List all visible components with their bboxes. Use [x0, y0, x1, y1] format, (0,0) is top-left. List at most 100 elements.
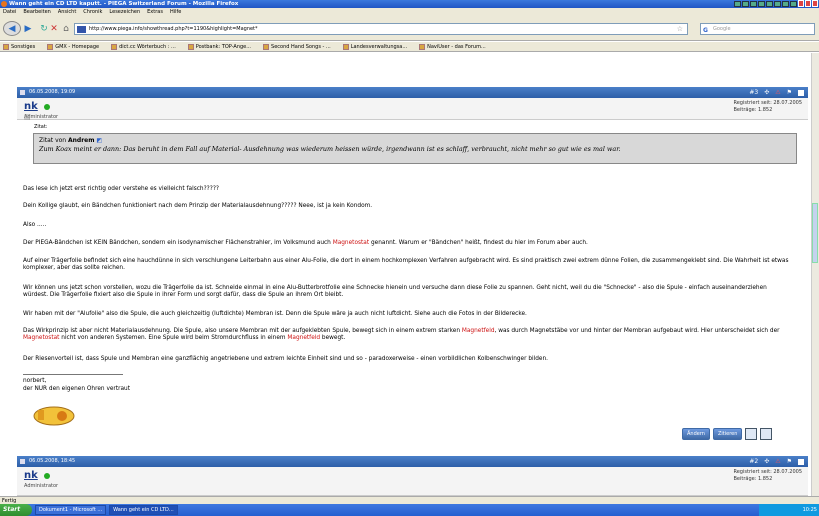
post-paragraph: Der Riesenvorteil ist, dass Spule und Me…: [23, 356, 549, 362]
online-status-icon: [44, 473, 50, 479]
clock: 10:25: [802, 507, 817, 513]
user-info: nk Administrator Registriert seit: 28.07…: [17, 98, 808, 120]
highlight-keyword: Magnetostat: [23, 335, 60, 342]
user-role: Administrator: [24, 483, 59, 489]
report-icon[interactable]: ⚠: [775, 456, 780, 467]
share-icon[interactable]: ✣: [764, 456, 769, 467]
highlight-keyword: Magnetfeld: [461, 328, 495, 334]
post-icon: [20, 90, 25, 95]
quote-author: Andrem: [68, 137, 95, 144]
post-paragraph: Also .....: [23, 222, 47, 228]
highlight-keyword: Magnetfeld: [287, 335, 321, 342]
quote-text: Zum Koax meint er dann: Das beruht in de…: [39, 145, 621, 153]
multiquote-icon[interactable]: [745, 428, 758, 440]
bookmark-item[interactable]: Sonstiges: [3, 42, 35, 51]
bookmark-item[interactable]: GMX - Homepage: [47, 42, 99, 51]
username-link[interactable]: nk: [24, 470, 38, 481]
post-number[interactable]: #3: [749, 87, 758, 98]
post-paragraph: Das Wirkprinzip ist aber nicht Materiala…: [23, 328, 780, 342]
search-input[interactable]: G Google: [700, 23, 815, 35]
post-count: Beiträge: 1.852: [733, 107, 773, 113]
maximize-button[interactable]: [805, 0, 811, 7]
window-title: Wann geht ein CD LTD kaputt. - PIEGA Swi…: [9, 1, 239, 7]
bookmark-star-icon[interactable]: ☆: [677, 24, 683, 35]
url-text: http://www.piega.info/showthread.php?t=1…: [89, 26, 258, 32]
flag-icon[interactable]: ⚑: [787, 456, 792, 467]
menu-bearbeiten[interactable]: Bearbeiten: [23, 8, 50, 17]
window-titlebar: Wann geht ein CD LTD kaputt. - PIEGA Swi…: [0, 0, 819, 8]
quick-reply-icon[interactable]: [760, 428, 773, 440]
taskbar-item[interactable]: Dokument1 - Microsoft ...: [35, 505, 107, 515]
flag-icon[interactable]: ⚑: [787, 87, 792, 98]
select-checkbox[interactable]: [798, 89, 804, 96]
registered-since: Registriert seit: 28.07.2005: [733, 469, 802, 475]
registered-since: Registriert seit: 28.07.2005: [733, 100, 802, 106]
menu-ansicht[interactable]: Ansicht: [58, 8, 76, 17]
start-button[interactable]: Start: [0, 504, 32, 516]
menu-extras[interactable]: Extras: [147, 8, 163, 17]
search-placeholder: Google: [713, 26, 731, 32]
window-controls[interactable]: [798, 0, 818, 7]
home-button[interactable]: ⌂: [60, 21, 72, 36]
bookmark-item[interactable]: Second Hand Songs - ...: [263, 42, 331, 51]
message-icon: ▤: [24, 113, 31, 121]
taskbar: Start Dokument1 - Microsoft ... Wann geh…: [0, 504, 819, 516]
signature-image: [33, 406, 75, 426]
quote-button[interactable]: Zitieren: [712, 428, 743, 440]
menu-bar: Datei Bearbeiten Ansicht Chronik Lesezei…: [0, 8, 819, 17]
report-icon[interactable]: ⚠: [775, 87, 780, 98]
menu-datei[interactable]: Datei: [3, 8, 16, 17]
post-paragraph: Das lese ich jetzt erst richtig oder ver…: [23, 186, 219, 192]
stop-button[interactable]: ✕: [48, 21, 60, 36]
url-bar[interactable]: http://www.piega.info/showthread.php?t=1…: [74, 23, 688, 35]
post-number[interactable]: #2: [749, 456, 758, 467]
post-paragraph: Dein Kollige glaubt, ein Bändchen funkti…: [23, 203, 373, 209]
taskbar-item[interactable]: Wann geht ein CD LTD...: [109, 505, 178, 515]
user-stats: Registriert seit: 28.07.2005 Beiträge: 1…: [733, 100, 802, 114]
post-paragraph: Wir haben mit der "Alufolie" also die Sp…: [23, 311, 527, 317]
bookmark-item[interactable]: Landesverwaltungsa...: [342, 42, 407, 51]
site-icon: [77, 26, 86, 33]
menu-lesezeichen[interactable]: Lesezeichen: [109, 8, 140, 17]
post-paragraph: Wir können uns jetzt schon vorstellen, w…: [23, 285, 767, 299]
quote-prefix: Zitat von: [39, 137, 67, 144]
post-header: 06.05.2008, 19:09 #3 ✣ ⚠ ⚑: [17, 87, 808, 98]
status-bar: Fertig: [0, 496, 819, 504]
username-link[interactable]: nk: [24, 101, 38, 112]
close-button[interactable]: [812, 0, 818, 7]
system-tray: 10:25: [759, 504, 819, 516]
menu-chronik[interactable]: Chronik: [83, 8, 102, 17]
online-status-icon: [44, 104, 50, 110]
menu-hilfe[interactable]: Hilfe: [170, 8, 181, 17]
post-icon: [20, 459, 25, 464]
signature-line: der NUR den eigenen Ohren vertraut: [23, 386, 130, 392]
signature-line: norbert,: [23, 378, 47, 384]
navigation-toolbar: ◀ ▶ ↻ ✕ ⌂ http://www.piega.info/showthre…: [0, 17, 819, 41]
post-header: 06.05.2008, 18:45 #2 ✣ ⚠ ⚑: [17, 456, 808, 467]
post-date: 06.05.2008, 19:09: [29, 89, 76, 95]
share-icon[interactable]: ✣: [764, 87, 769, 98]
back-button[interactable]: ◀: [3, 21, 21, 36]
select-checkbox[interactable]: [798, 458, 804, 465]
highlight-keyword: Magnetostat: [332, 240, 370, 246]
forward-button[interactable]: ▶: [22, 21, 34, 36]
quote-box: Zitat von Andrem ◩ Zum Koax meint er dan…: [33, 133, 797, 164]
post-count: Beiträge: 1.852: [733, 476, 773, 482]
signature-divider: [23, 374, 123, 375]
tray-icons: [734, 1, 797, 7]
user-info: nk Administrator Registriert seit: 28.07…: [17, 467, 808, 496]
scrollbar-thumb[interactable]: [812, 203, 818, 263]
quote-label: Zitat:: [34, 124, 48, 130]
google-icon: G: [703, 27, 708, 34]
bookmark-item[interactable]: NaviUser - das Forum...: [419, 42, 486, 51]
bookmark-item[interactable]: dict.cc Wörterbuch : ...: [111, 42, 176, 51]
post-date: 06.05.2008, 18:45: [29, 458, 76, 464]
view-post-icon[interactable]: ◩: [96, 137, 102, 144]
post-actions: Ändern Zitieren: [682, 428, 773, 440]
bookmark-item[interactable]: Postbank: TOP-Ange...: [187, 42, 251, 51]
page-scrollbar[interactable]: [811, 53, 819, 496]
bookmarks-bar: Sonstiges GMX - Homepage dict.cc Wörterb…: [0, 42, 819, 52]
user-stats: Registriert seit: 28.07.2005 Beiträge: 1…: [733, 469, 802, 483]
minimize-button[interactable]: [798, 0, 804, 7]
edit-button[interactable]: Ändern: [682, 428, 710, 440]
